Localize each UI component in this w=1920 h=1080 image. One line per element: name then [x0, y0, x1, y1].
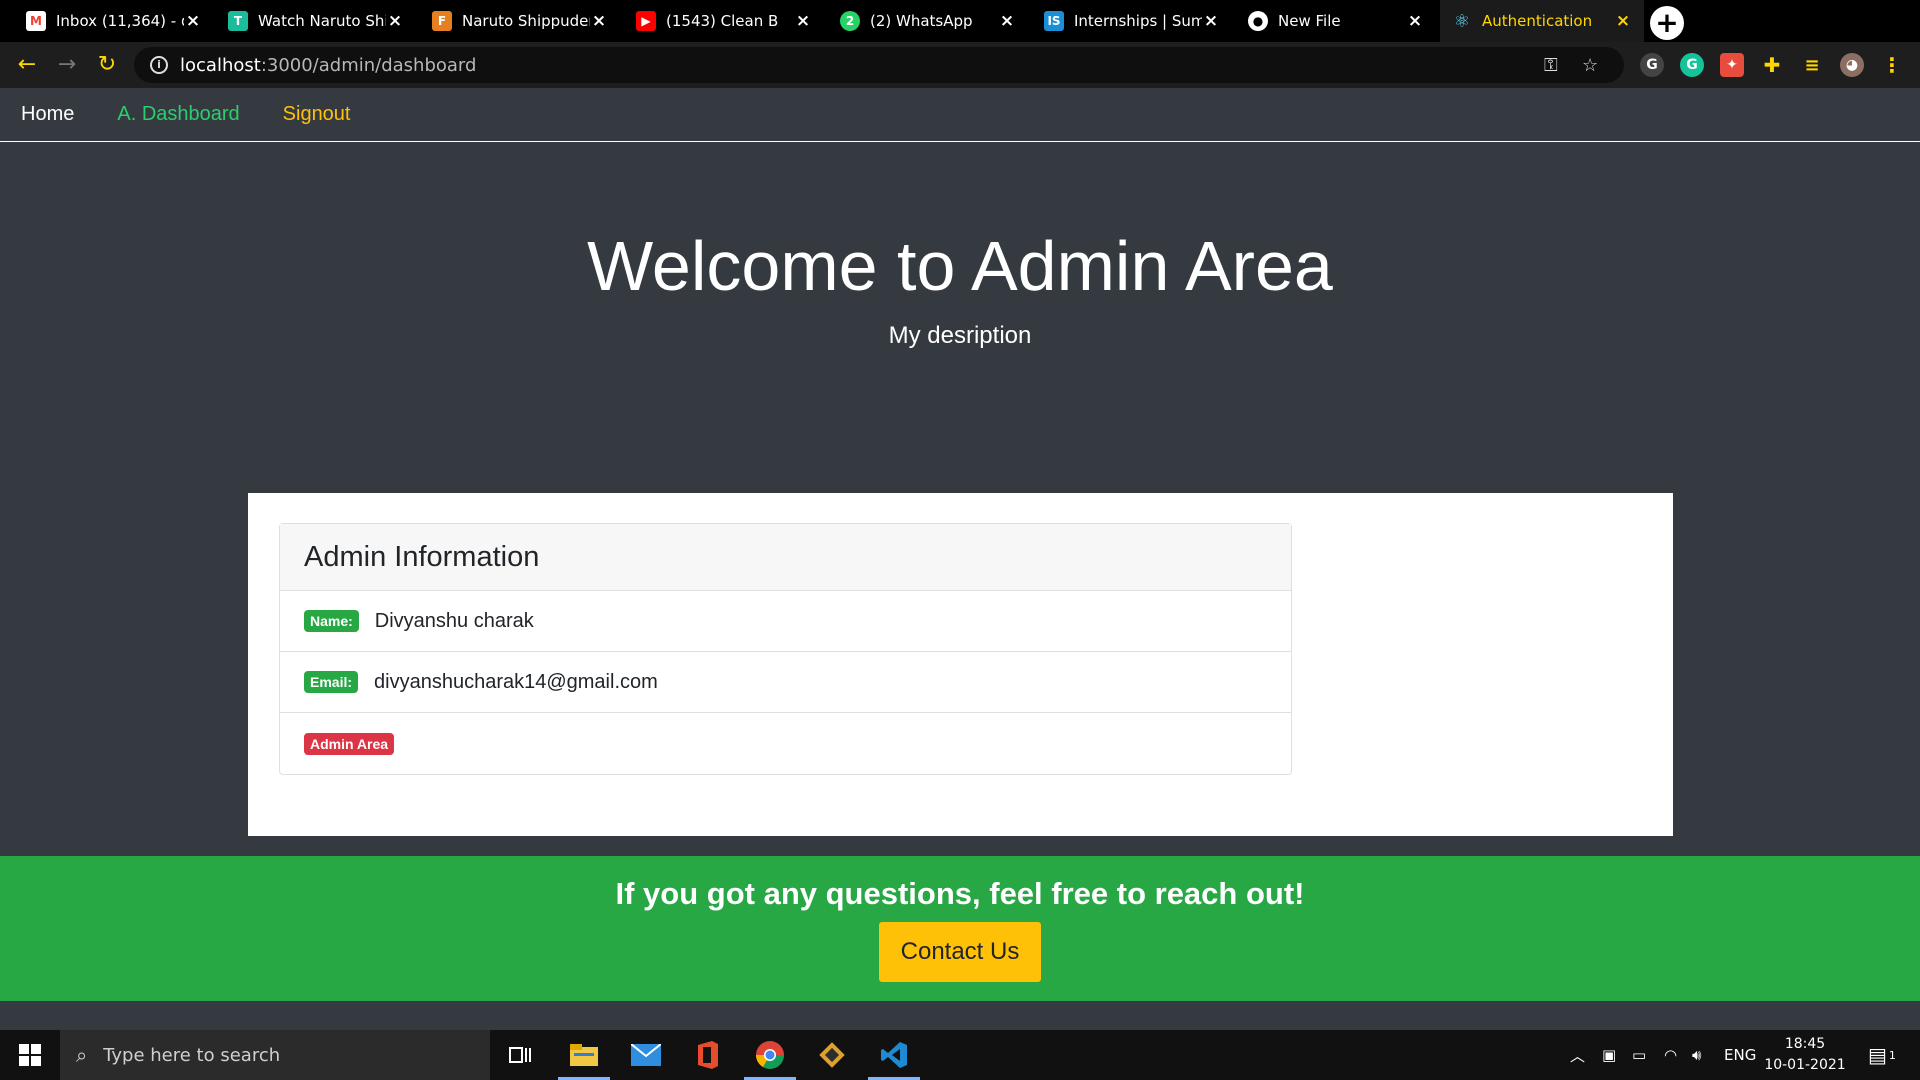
close-icon[interactable]: × — [1614, 12, 1632, 30]
device-icon[interactable]: ▣ — [1602, 1030, 1616, 1080]
youtube-icon: ▶ — [636, 11, 656, 31]
star-icon[interactable]: ☆ — [1582, 47, 1598, 83]
email-badge: Email: — [304, 671, 359, 693]
windows-start-icon[interactable] — [0, 1030, 60, 1080]
f-icon: F — [432, 11, 452, 31]
tab-title: (1543) Clean B — [666, 12, 779, 30]
url-bar[interactable]: i localhost:3000/admin/dashboard ⚿ ☆ — [134, 47, 1624, 83]
vscode-icon[interactable] — [864, 1030, 924, 1080]
contact-footer: If you got any questions, feel free to r… — [0, 856, 1920, 1001]
gmail-icon: M — [26, 11, 46, 31]
tab-gmail[interactable]: M Inbox (11,364) - di × — [14, 0, 214, 42]
windows-taskbar: ⌕ Type here to search ︿ ▣ ▭ ◠ 🔊︎ ENG 18:… — [0, 1030, 1920, 1080]
clock-date: 10-01-2021 — [1764, 1057, 1846, 1073]
tab-internshala[interactable]: IS Internships | Sum × — [1032, 0, 1232, 42]
info-icon[interactable]: i — [150, 56, 168, 74]
chrome-icon[interactable] — [740, 1030, 800, 1080]
tab-title: Internships | Sum — [1074, 12, 1202, 30]
taskbar-search-input[interactable]: ⌕ Type here to search — [60, 1030, 490, 1080]
browser-tabstrip: M Inbox (11,364) - di × T Watch Naruto S… — [0, 0, 1920, 42]
file-explorer-icon[interactable] — [554, 1030, 614, 1080]
show-hidden-icons-chevron-icon[interactable]: ︿ — [1570, 1030, 1585, 1080]
volume-icon[interactable]: 🔊︎ — [1692, 1030, 1701, 1080]
site-navbar: Home A. Dashboard Signout — [0, 88, 1920, 142]
close-icon[interactable]: × — [184, 12, 202, 30]
puzzle-icon[interactable]: ✚ — [1760, 53, 1784, 77]
tab-title: (2) WhatsApp — [870, 12, 973, 30]
internshala-icon: IS — [1044, 11, 1064, 31]
card-header: Admin Information — [280, 524, 1291, 591]
page-description: My desription — [888, 322, 1032, 349]
list-item-name: Name: Divyanshu charak — [280, 591, 1291, 652]
tv-icon: T — [228, 11, 248, 31]
back-arrow-icon[interactable]: ← — [12, 50, 42, 80]
avatar[interactable]: ◕ — [1840, 53, 1864, 77]
menu-icon[interactable]: ⋮ — [1880, 53, 1904, 77]
admin-name: Divyanshu charak — [374, 609, 534, 632]
tab-naruto-shippuden[interactable]: F Naruto Shippuden × — [420, 0, 620, 42]
forward-arrow-icon[interactable]: → — [52, 50, 82, 80]
search-icon: ⌕ — [76, 1043, 88, 1067]
tab-github[interactable]: ● New File × — [1236, 0, 1436, 42]
tab-title: Watch Naruto Ship — [258, 12, 386, 30]
footer-heading: If you got any questions, feel free to r… — [615, 876, 1305, 911]
admin-email: divyanshucharak14@gmail.com — [374, 670, 658, 693]
contact-us-button[interactable]: Contact Us — [879, 922, 1041, 982]
tab-whatsapp[interactable]: 2 (2) WhatsApp × — [828, 0, 1028, 42]
close-icon[interactable]: × — [386, 12, 404, 30]
clock-time: 18:45 — [1784, 1036, 1826, 1052]
search-placeholder: Type here to search — [103, 1044, 281, 1066]
page-title: Welcome to Admin Area — [587, 227, 1333, 305]
role-badge: Admin Area — [304, 732, 395, 755]
tab-youtube[interactable]: ▶ (1543) Clean B × — [624, 0, 824, 42]
language-indicator[interactable]: ENG — [1724, 1030, 1756, 1080]
office-icon[interactable] — [678, 1030, 738, 1080]
tab-authentication[interactable]: ⚛ Authentication × — [1440, 0, 1644, 42]
tab-title: Inbox (11,364) - di — [56, 12, 184, 30]
new-tab-button[interactable]: + — [1650, 6, 1684, 40]
wifi-icon[interactable]: ◠ — [1664, 1030, 1677, 1080]
whatsapp-icon: 2 — [840, 11, 860, 31]
reload-icon[interactable]: ↻ — [92, 50, 122, 80]
battery-icon[interactable]: ▭ — [1632, 1030, 1646, 1080]
red-extension-icon[interactable]: ✦ — [1720, 53, 1744, 77]
content-panel: Admin Information Name: Divyanshu charak… — [248, 493, 1673, 836]
nav-link-signout[interactable]: Signout — [283, 103, 351, 126]
key-icon[interactable]: ⚿ — [1544, 47, 1558, 83]
mail-icon[interactable] — [616, 1030, 676, 1080]
github-icon: ● — [1248, 11, 1268, 31]
list-item-role: Admin Area — [280, 713, 1291, 774]
close-icon[interactable]: × — [1406, 12, 1424, 30]
close-icon[interactable]: × — [794, 12, 812, 30]
address-toolbar: ← → ↻ i localhost:3000/admin/dashboard ⚿… — [0, 42, 1920, 88]
g-extension-icon[interactable]: G — [1680, 53, 1704, 77]
tab-title: Naruto Shippuden — [462, 12, 590, 30]
close-icon[interactable]: × — [590, 12, 608, 30]
name-badge: Name: — [304, 610, 359, 632]
task-view-icon[interactable] — [490, 1030, 550, 1080]
list-item-email: Email: divyanshucharak14@gmail.com — [280, 652, 1291, 713]
grammarly-extension-icon[interactable]: G — [1640, 53, 1664, 77]
clock[interactable]: 18:45 10-01-2021 — [1760, 1034, 1850, 1076]
react-icon: ⚛ — [1453, 10, 1471, 32]
close-icon[interactable]: × — [998, 12, 1016, 30]
close-icon[interactable]: × — [1202, 12, 1220, 30]
git-icon[interactable] — [802, 1030, 862, 1080]
tab-title: New File — [1278, 12, 1341, 30]
nav-link-admin-dashboard[interactable]: A. Dashboard — [117, 103, 239, 126]
tab-title: Authentication — [1482, 12, 1593, 30]
media-list-icon[interactable]: ≡ — [1800, 53, 1824, 77]
notification-count: 1 — [1888, 1048, 1896, 1062]
notification-icon[interactable]: ▤ 1 — [1868, 1030, 1896, 1080]
tab-naruto-watch[interactable]: T Watch Naruto Ship × — [216, 0, 416, 42]
hero-section: Welcome to Admin Area My desription — [0, 142, 1920, 492]
url-path: :3000/admin/dashboard — [260, 54, 477, 76]
admin-info-card: Admin Information Name: Divyanshu charak… — [279, 523, 1292, 775]
url-host: localhost — [180, 54, 261, 76]
nav-link-home[interactable]: Home — [21, 103, 74, 126]
